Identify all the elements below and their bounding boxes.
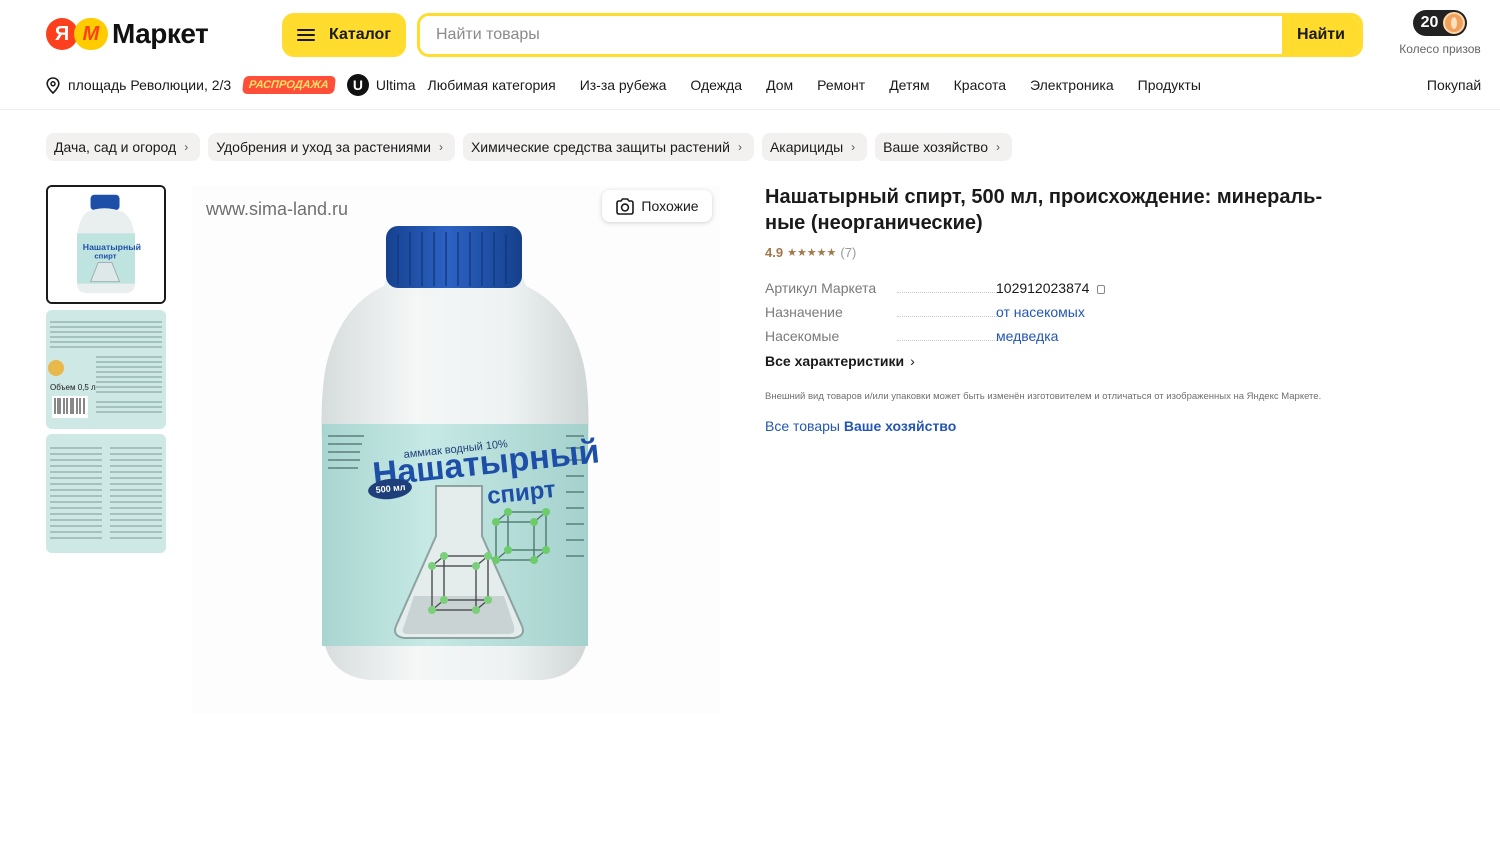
nav-item-products[interactable]: Продукты	[1138, 77, 1201, 93]
ultima-link[interactable]: U Ultima	[346, 74, 416, 96]
breadcrumb-item[interactable]: Акарициды ›	[761, 133, 868, 161]
svg-text:Нашатырный: Нашатырный	[83, 242, 141, 252]
label-text-thumbnail-image: Объем 0,5 л	[46, 310, 166, 429]
chevron-right-icon: ›	[851, 140, 856, 154]
catalog-button[interactable]: Каталог	[282, 13, 406, 57]
chevron-right-icon: ›	[910, 353, 915, 369]
sale-badge[interactable]: РАСПРОДАЖА	[242, 76, 336, 94]
market-logo[interactable]: Я M Маркет	[46, 18, 209, 50]
main-product-image[interactable]: аммиак водный 10% Нашатырный спирт 500 м…	[192, 186, 720, 714]
svg-text:спирт: спирт	[94, 252, 116, 261]
svg-text:Объем 0,5 л: Объем 0,5 л	[50, 383, 96, 392]
spec-key: Назначение	[765, 304, 843, 320]
thumbnail-label-instructions[interactable]	[46, 434, 166, 553]
vendor-name[interactable]: Ваше хозяйство	[844, 418, 956, 434]
breadcrumb-item[interactable]: Удобрения и уход за растениями ›	[208, 133, 455, 161]
nav-item-favorite-category[interactable]: Любимая категория	[428, 77, 556, 93]
breadcrumb-item[interactable]: Химические средства защиты растений ›	[462, 133, 754, 161]
rating-value: 4.9	[765, 245, 784, 260]
similar-label: Похожие	[641, 198, 699, 214]
location-text: площадь Революции, 2/3	[68, 77, 232, 93]
breadcrumb-item[interactable]: Ваше хозяйство ›	[875, 133, 1012, 161]
logo-text: Маркет	[112, 18, 209, 49]
rating-block[interactable]: 4.9 ★★★★★ (7)	[765, 245, 856, 260]
breadcrumb: Дача, сад и огород › Удобрения и уход за …	[46, 133, 1020, 161]
all-specs-link[interactable]: Все характеристики ›	[765, 353, 915, 369]
header: Я M Маркет Каталог Найти 20 Колесо призо…	[0, 0, 1500, 110]
nav-item-beauty[interactable]: Красота	[954, 77, 1006, 93]
market-m-icon: M	[74, 18, 108, 50]
similar-button[interactable]: Похожие	[602, 190, 712, 222]
chevron-right-icon: ›	[995, 140, 1000, 154]
breadcrumb-item[interactable]: Дача, сад и огород ›	[46, 133, 201, 161]
spec-value-link[interactable]: медведка	[996, 328, 1058, 344]
search-button[interactable]: Найти	[1282, 16, 1360, 54]
vendor-prefix: Все товары	[765, 418, 840, 434]
spec-row-article: Артикул Маркета 102912023874	[765, 280, 1325, 300]
search-input[interactable]	[420, 16, 1282, 54]
wheel-count: 20	[1420, 14, 1439, 31]
chevron-right-icon: ›	[184, 140, 189, 154]
spec-dots	[897, 316, 997, 317]
ultima-icon: U	[346, 74, 369, 96]
ultima-label: Ultima	[375, 77, 416, 93]
disclaimer-text: Внешний вид товаров и/или упаковки может…	[765, 391, 1322, 402]
spec-row-purpose: Назначение от насекомых	[765, 304, 1325, 324]
wheel-badge: 20	[1412, 10, 1468, 36]
watermark-text: www.sima-land.ru	[206, 199, 349, 219]
nav-item-buy[interactable]: Покупай	[1427, 77, 1481, 93]
chevron-right-icon: ›	[737, 140, 742, 154]
spec-row-insects: Насекомые медведка	[765, 328, 1325, 348]
spec-key: Насекомые	[765, 328, 840, 344]
spec-dots	[897, 340, 997, 341]
nav-bar: площадь Революции, 2/3 РАСПРОДАЖА U Ulti…	[46, 74, 1500, 96]
spec-value-link[interactable]: от насекомых	[996, 304, 1085, 320]
location-selector[interactable]: площадь Революции, 2/3	[46, 76, 232, 94]
spec-key: Артикул Маркета	[765, 280, 877, 296]
wheel-label: Колесо призов	[1399, 42, 1481, 56]
nav-item-repair[interactable]: Ремонт	[817, 77, 865, 93]
nav-item-clothing[interactable]: Одежда	[690, 77, 742, 93]
bottle-thumbnail-image: Нашатырный спирт	[48, 187, 164, 302]
nav-item-electronics[interactable]: Электроника	[1030, 77, 1114, 93]
menu-icon	[297, 28, 315, 42]
vendor-link[interactable]: Все товары Ваше хозяйство	[765, 418, 956, 434]
thumbnail-front[interactable]: Нашатырный спирт	[46, 185, 166, 304]
thumbnail-label-back[interactable]: Объем 0,5 л	[46, 310, 166, 429]
nav-item-kids[interactable]: Детям	[889, 77, 929, 93]
search-bar: Найти	[417, 13, 1363, 57]
spec-dots	[897, 292, 997, 293]
rating-stars-icon: ★★★★★	[787, 247, 837, 259]
reviews-count: (7)	[840, 245, 857, 260]
article-number: 102912023874	[996, 280, 1106, 296]
prize-wheel[interactable]: 20 Колесо призов	[1394, 10, 1486, 56]
catalog-label: Каталог	[329, 26, 391, 43]
nav-item-home[interactable]: Дом	[766, 77, 793, 93]
coin-icon	[1443, 12, 1466, 34]
nav-item-abroad[interactable]: Из-за рубежа	[580, 77, 667, 93]
chevron-right-icon: ›	[438, 140, 443, 154]
copy-icon[interactable]	[1097, 284, 1106, 294]
camera-search-icon	[616, 197, 635, 215]
location-pin-icon	[46, 76, 60, 94]
instructions-thumbnail-image	[46, 434, 166, 553]
product-title: Нашатырный спирт, 500 мл, происхождение:…	[765, 186, 1323, 234]
ammonia-bottle-image: аммиак водный 10% Нашатырный спирт 500 м…	[192, 186, 720, 714]
